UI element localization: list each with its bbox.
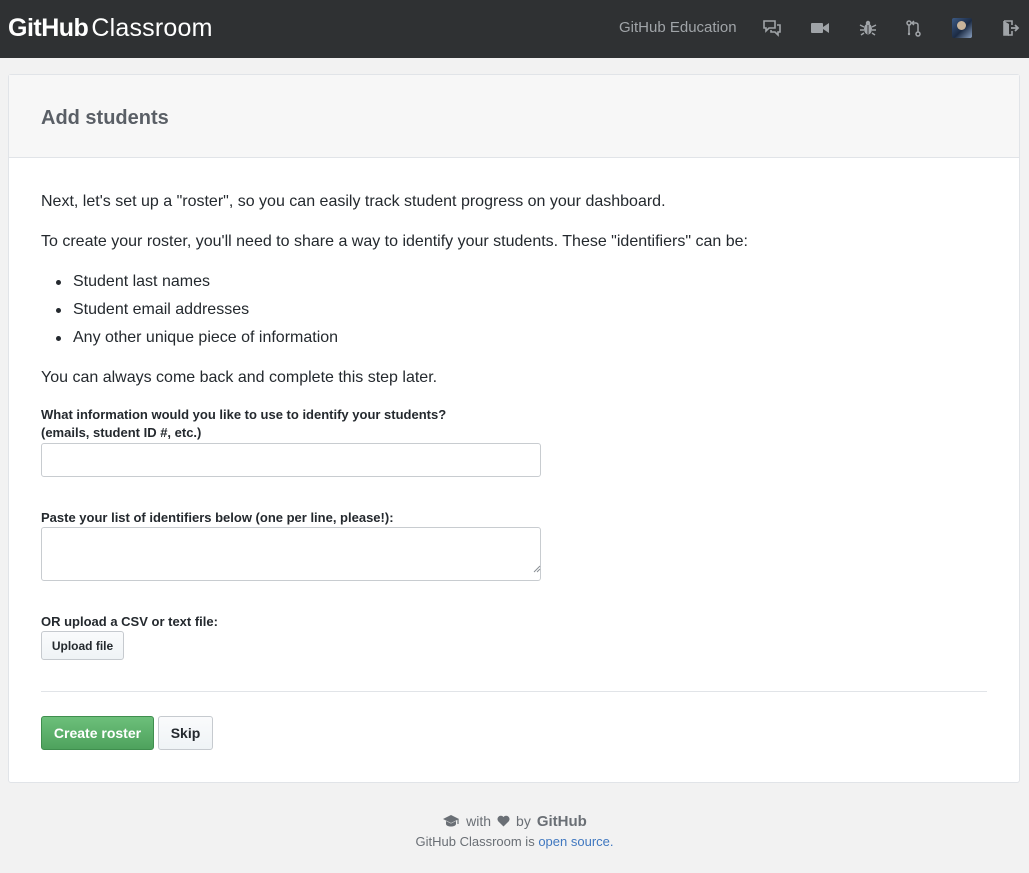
- card-header: Add students: [9, 75, 1019, 158]
- page-title: Add students: [41, 107, 169, 129]
- bullet-dot: [56, 336, 61, 341]
- video-icon[interactable]: [809, 17, 831, 39]
- footer-github-logo[interactable]: GitHub: [537, 813, 587, 830]
- brand-classroom-text: Classroom: [91, 14, 213, 42]
- footer-credits: with by GitHub: [0, 811, 1029, 831]
- identifiers-text: To create your roster, you'll need to sh…: [41, 233, 748, 250]
- resize-grip-icon[interactable]: [533, 565, 541, 573]
- avatar[interactable]: [952, 18, 972, 38]
- skip-button[interactable]: Skip: [158, 716, 213, 750]
- brand-logo[interactable]: GitHub Classroom: [8, 12, 213, 44]
- open-source-link[interactable]: open source.: [538, 834, 613, 849]
- upload-label: OR upload a CSV or text file:: [41, 614, 218, 629]
- sign-out-icon[interactable]: [1000, 17, 1022, 39]
- divider: [41, 691, 987, 692]
- intro-text: Next, let's set up a "roster", so you ca…: [41, 193, 666, 210]
- footer-line2-prefix: GitHub Classroom is: [415, 834, 535, 849]
- identifier-type-label: What information would you like to use t…: [41, 407, 447, 422]
- identifiers-list-label: Paste your list of identifiers below (on…: [41, 510, 394, 525]
- brand-github-text: GitHub: [8, 14, 89, 42]
- list-item: Any other unique piece of information: [73, 329, 339, 346]
- bullet-dot: [56, 308, 61, 313]
- list-item: Student last names: [73, 273, 210, 290]
- bullet-dot: [56, 280, 61, 285]
- create-roster-button[interactable]: Create roster: [41, 716, 154, 750]
- add-students-card: Add students Next, let's set up a "roste…: [8, 74, 1020, 783]
- identifier-type-hint: (emails, student ID #, etc.): [41, 425, 202, 440]
- identifiers-list-textarea[interactable]: [41, 527, 541, 581]
- footer-with-text: with: [466, 813, 492, 829]
- later-text: You can always come back and complete th…: [41, 369, 438, 386]
- list-item: Student email addresses: [73, 301, 250, 318]
- pull-request-icon[interactable]: [903, 17, 925, 39]
- heart-icon: [497, 815, 510, 827]
- identifier-type-input[interactable]: [41, 443, 541, 477]
- github-education-link[interactable]: GitHub Education: [619, 19, 737, 37]
- top-navbar: GitHub Classroom GitHub Education: [0, 0, 1029, 58]
- bug-icon[interactable]: [857, 17, 879, 39]
- graduation-cap-icon: [443, 815, 460, 827]
- chat-icon[interactable]: [761, 17, 783, 39]
- footer-by-text: by: [516, 813, 531, 829]
- footer-open-source: GitHub Classroom is open source.: [0, 834, 1029, 852]
- upload-file-button[interactable]: Upload file: [41, 631, 124, 660]
